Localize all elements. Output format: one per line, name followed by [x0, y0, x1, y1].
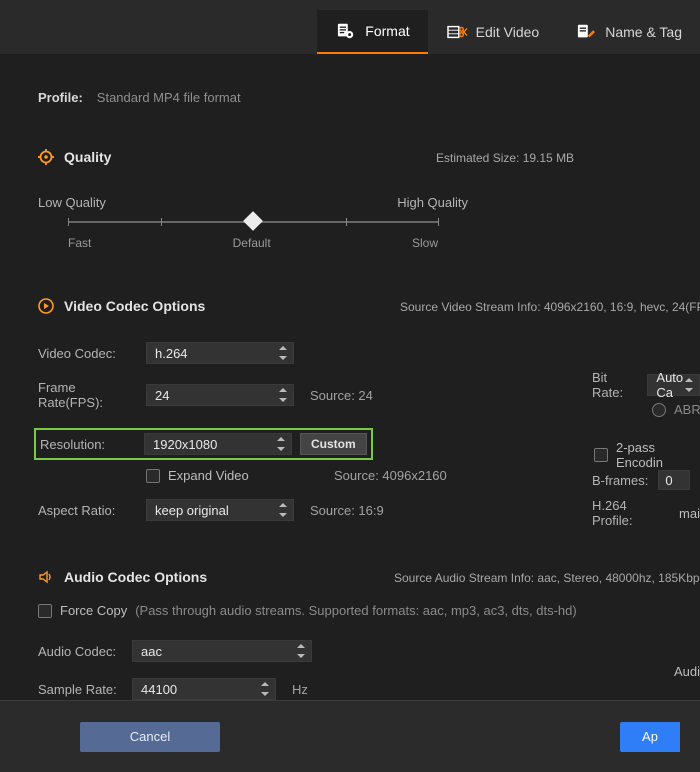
bframes-label: B-frames: [592, 473, 648, 488]
aspect-label: Aspect Ratio: [38, 503, 136, 518]
estimated-size: Estimated Size: 19.15 MB [436, 151, 574, 165]
abr-radio[interactable] [652, 403, 666, 417]
profile-row: Profile: Standard MP4 file format [38, 90, 700, 105]
quality-title: Quality [64, 149, 111, 165]
bitrate-label: Bit Rate: [592, 370, 637, 400]
two-pass-checkbox[interactable] [594, 448, 608, 462]
aspect-source: Source: 16:9 [310, 503, 384, 518]
cancel-button[interactable]: Cancel [80, 722, 220, 752]
abr-label: ABR [674, 402, 700, 417]
footer: Cancel Ap [0, 700, 700, 772]
tab-format[interactable]: Format [317, 10, 427, 54]
framerate-label: Frame Rate(FPS): [38, 380, 136, 410]
document-pencil-icon [575, 23, 597, 41]
low-quality-label: Low Quality [38, 195, 106, 210]
profile-value: Standard MP4 file format [97, 90, 241, 105]
film-scissors-icon [446, 23, 468, 41]
video-codec-label: Video Codec: [38, 346, 136, 361]
force-copy-hint: (Pass through audio streams. Supported f… [135, 603, 577, 618]
tab-label: Format [365, 23, 409, 39]
custom-button[interactable]: Custom [300, 433, 367, 455]
gear-icon [38, 149, 54, 165]
expand-video-checkbox[interactable] [146, 469, 160, 483]
resolution-source: Source: 4096x2160 [334, 468, 447, 483]
fast-label: Fast [68, 236, 91, 250]
tab-edit-video[interactable]: Edit Video [428, 10, 558, 54]
tab-bar: Format Edit Video Name & Tag [0, 0, 700, 54]
speaker-icon [38, 569, 54, 585]
expand-video-label: Expand Video [168, 468, 249, 483]
force-copy-checkbox[interactable] [38, 604, 52, 618]
audio-codec-header: Audio Codec Options Source Audio Stream … [38, 569, 700, 585]
video-codec-header: Video Codec Options Source Video Stream … [38, 298, 700, 314]
video-codec-select[interactable]: h.264 [146, 342, 294, 364]
resolution-highlight: Resolution: 1920x1080 Custom [34, 428, 373, 460]
framerate-source: Source: 24 [310, 388, 373, 403]
content-area: Profile: Standard MP4 file format Qualit… [0, 62, 700, 700]
audio-codec-label: Audio Codec: [38, 644, 122, 659]
high-quality-label: High Quality [397, 195, 468, 210]
bframes-input[interactable]: 0 [658, 470, 690, 490]
resolution-select[interactable]: 1920x1080 [144, 433, 292, 455]
h264-profile-value: mai [679, 506, 700, 521]
audio-codec-select[interactable]: aac [132, 640, 312, 662]
audio-right-label: Audio [674, 664, 700, 679]
quality-header: Quality Estimated Size: 19.15 MB [38, 149, 700, 165]
tab-label: Edit Video [476, 24, 540, 40]
document-gear-icon [335, 22, 357, 40]
play-circle-icon [38, 298, 54, 314]
quality-slider-area: Low Quality High Quality Fast Default Sl… [38, 195, 468, 250]
resolution-label: Resolution: [40, 437, 136, 452]
video-codec-title: Video Codec Options [64, 298, 205, 314]
samplerate-label: Sample Rate: [38, 682, 122, 697]
quality-slider[interactable] [68, 218, 438, 226]
aspect-select[interactable]: keep original [146, 499, 294, 521]
audio-source-info: Source Audio Stream Info: aac, Stereo, 4… [394, 571, 700, 585]
tab-label: Name & Tag [605, 24, 682, 40]
force-copy-label: Force Copy [60, 603, 127, 618]
video-source-info: Source Video Stream Info: 4096x2160, 16:… [400, 300, 700, 314]
slider-handle[interactable] [243, 211, 263, 231]
two-pass-label: 2-pass Encodin [616, 440, 700, 470]
profile-label: Profile: [38, 90, 83, 105]
samplerate-select[interactable]: 44100 [132, 678, 276, 700]
bitrate-select[interactable]: Auto Ca [647, 374, 700, 396]
audio-codec-title: Audio Codec Options [64, 569, 207, 585]
slow-label: Slow [412, 236, 438, 250]
tab-name-tag[interactable]: Name & Tag [557, 10, 700, 54]
h264-profile-label: H.264 Profile: [592, 498, 669, 528]
apply-button[interactable]: Ap [620, 722, 680, 752]
samplerate-unit: Hz [292, 682, 308, 697]
framerate-select[interactable]: 24 [146, 384, 294, 406]
default-label: Default [233, 236, 271, 250]
